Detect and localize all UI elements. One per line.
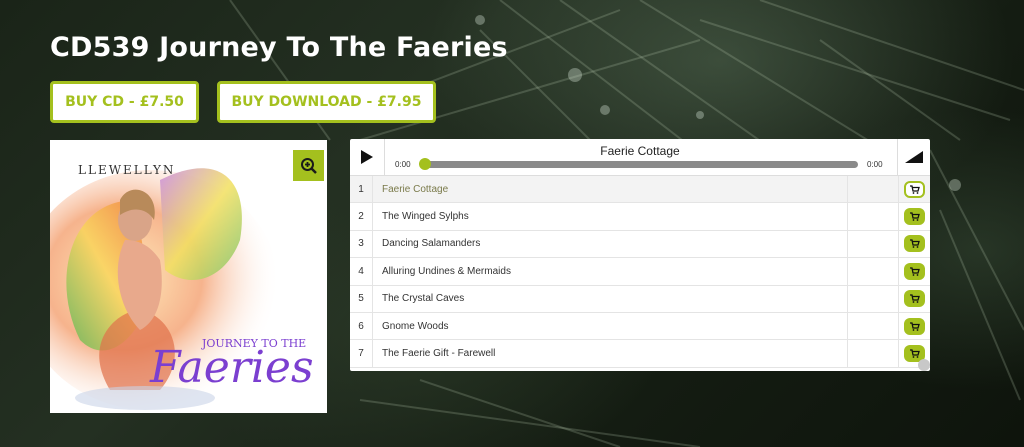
track-cart-cell: [898, 176, 930, 204]
now-playing-title: Faerie Cottage: [600, 144, 680, 158]
track-spacer: [847, 230, 899, 259]
track-number: 2: [350, 202, 373, 231]
track-list: 1 Faerie Cottage 2 The Winged Sylphs 3 Dancin…: [350, 176, 930, 368]
cart-icon: [909, 321, 920, 331]
buy-download-button[interactable]: BUY DOWNLOAD - £7.95: [217, 81, 436, 123]
track-spacer: [847, 202, 899, 231]
duration-time: 0:00: [867, 160, 883, 169]
scrollbar[interactable]: [918, 359, 930, 371]
add-to-cart-button[interactable]: [904, 180, 925, 198]
track-title[interactable]: Faerie Cottage: [372, 176, 848, 204]
cart-icon: [909, 239, 920, 249]
track-number: 7: [350, 339, 373, 368]
volume-icon: [905, 151, 923, 163]
cart-icon: [909, 294, 920, 304]
cart-icon: [909, 212, 920, 221]
add-to-cart-button[interactable]: [904, 235, 925, 253]
track-number: 3: [350, 230, 373, 259]
album-cover[interactable]: LLEWELLYN JOURNEY TO THE Faeries: [50, 140, 327, 413]
track-title[interactable]: Gnome Woods: [372, 312, 848, 341]
track-row[interactable]: 5 The Crystal Caves: [350, 285, 930, 313]
cover-artist-text: LLEWELLYN: [78, 163, 175, 177]
zoom-in-icon: [300, 157, 317, 174]
track-number: 6: [350, 312, 373, 341]
volume-button[interactable]: [897, 139, 930, 175]
track-cart-cell: [898, 257, 930, 286]
track-title[interactable]: Alluring Undines & Mermaids: [372, 257, 848, 286]
add-to-cart-button[interactable]: [904, 317, 925, 335]
track-row[interactable]: 3 Dancing Salamanders: [350, 230, 930, 259]
track-cart-cell: [898, 230, 930, 259]
track-cart-cell: [898, 285, 930, 313]
track-spacer: [847, 339, 899, 368]
track-row[interactable]: 6 Gnome Woods: [350, 312, 930, 341]
page-title: CD539 Journey To The Faeries: [50, 32, 508, 63]
track-number: 1: [350, 176, 373, 204]
track-spacer: [847, 285, 899, 313]
track-row[interactable]: 1 Faerie Cottage: [350, 176, 930, 204]
progress-handle[interactable]: [419, 158, 431, 170]
add-to-cart-button[interactable]: [904, 208, 925, 226]
cart-icon: [909, 349, 920, 358]
audio-player: Faerie Cottage 0:00 0:00 1 Faerie Cottage…: [350, 139, 930, 371]
album-art: LLEWELLYN JOURNEY TO THE Faeries: [50, 140, 327, 413]
track-spacer: [847, 257, 899, 286]
progress-bar[interactable]: [419, 158, 858, 170]
zoom-button[interactable]: [293, 150, 324, 181]
player-controls: Faerie Cottage 0:00 0:00: [350, 139, 930, 176]
track-title[interactable]: The Crystal Caves: [372, 285, 848, 313]
buy-cd-button[interactable]: BUY CD - £7.50: [50, 81, 199, 123]
current-time: 0:00: [395, 160, 411, 169]
cart-icon: [909, 267, 920, 276]
track-cart-cell: [898, 312, 930, 341]
add-to-cart-button[interactable]: [904, 262, 925, 280]
cover-line2-text: Faeries: [149, 342, 314, 393]
add-to-cart-button[interactable]: [904, 290, 925, 308]
track-spacer: [847, 176, 899, 204]
track-cart-cell: [898, 202, 930, 231]
track-title[interactable]: The Faerie Gift - Farewell: [372, 339, 848, 368]
track-spacer: [847, 312, 899, 341]
cart-icon: [909, 185, 920, 194]
track-title[interactable]: Dancing Salamanders: [372, 230, 848, 259]
track-number: 5: [350, 285, 373, 313]
track-row[interactable]: 4 Alluring Undines & Mermaids: [350, 257, 930, 286]
track-row[interactable]: 7 The Faerie Gift - Farewell: [350, 339, 930, 368]
track-number: 4: [350, 257, 373, 286]
track-row[interactable]: 2 The Winged Sylphs: [350, 202, 930, 231]
track-title[interactable]: The Winged Sylphs: [372, 202, 848, 231]
